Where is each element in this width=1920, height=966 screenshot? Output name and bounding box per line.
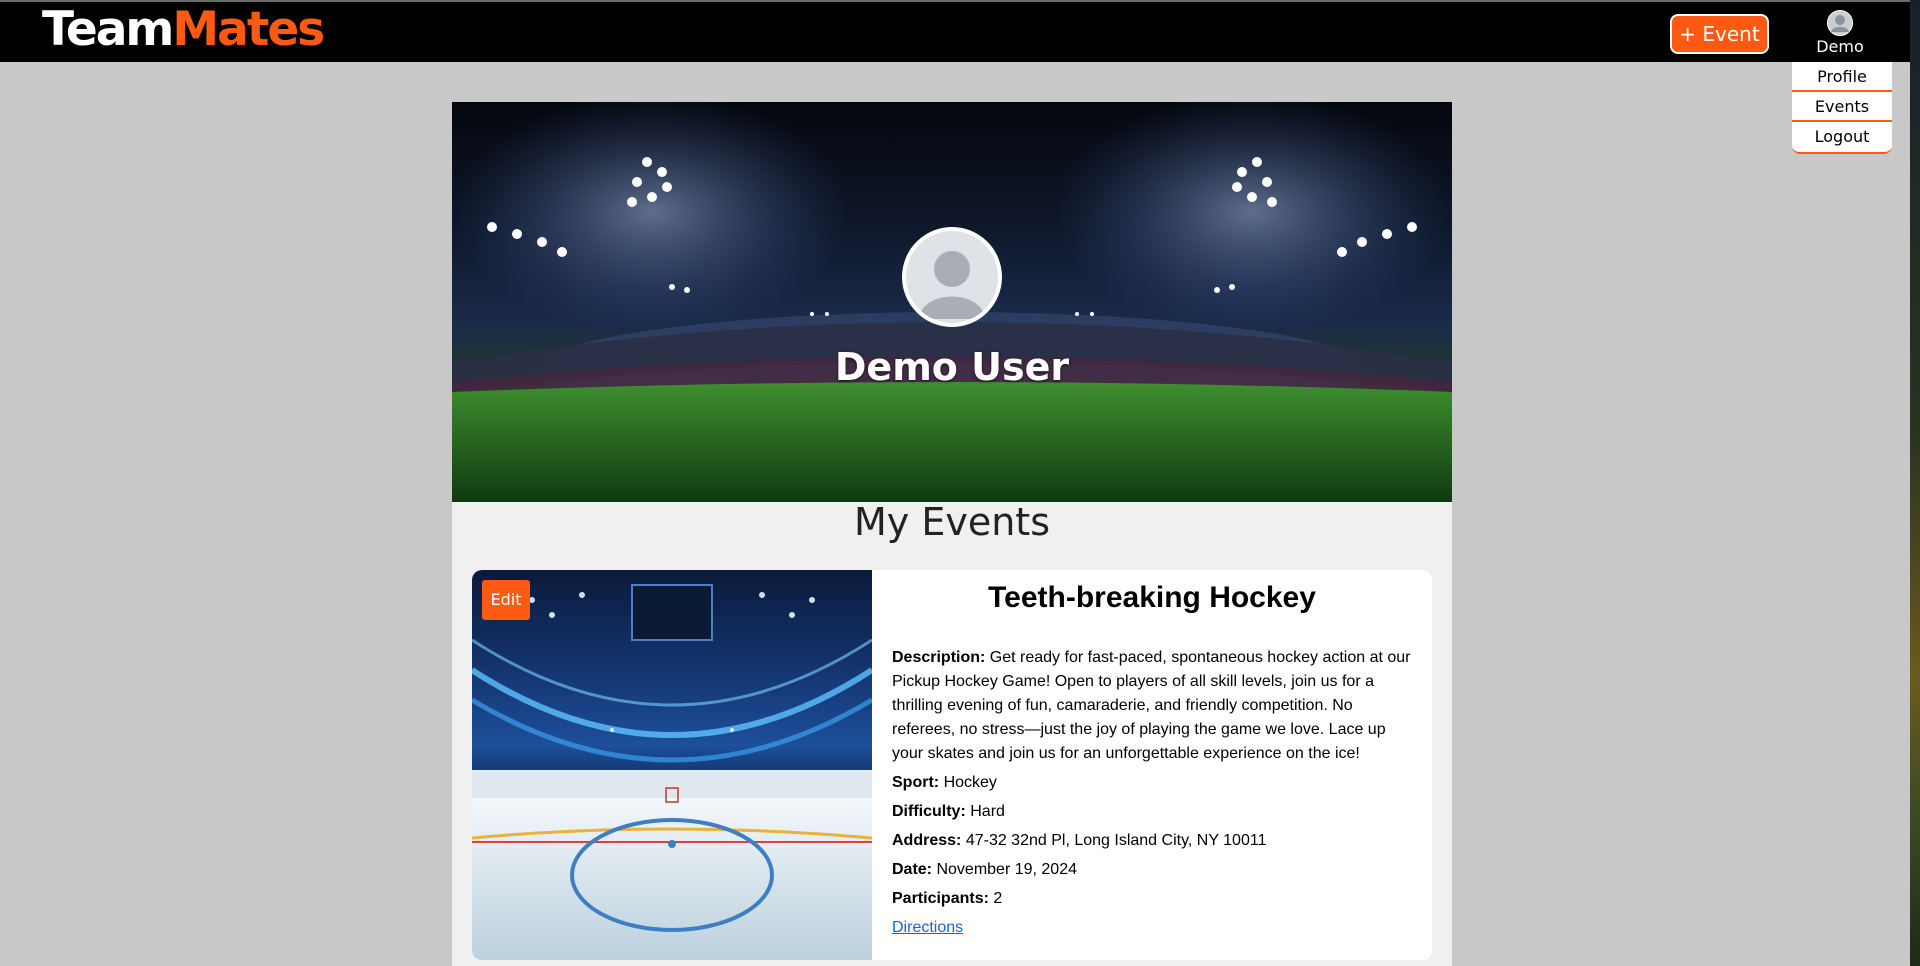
logo-team-text: Team bbox=[42, 2, 174, 57]
profile-name: Demo User bbox=[834, 345, 1070, 389]
event-details: Teeth-breaking Hockey Description: Get r… bbox=[892, 570, 1412, 960]
event-image: Edit bbox=[472, 570, 872, 960]
app-logo[interactable]: TeamMates bbox=[42, 2, 325, 57]
event-description: Description: Get ready for fast-paced, s… bbox=[892, 646, 1412, 766]
user-avatar-icon bbox=[918, 251, 986, 319]
event-date: Date: November 19, 2024 bbox=[892, 858, 1412, 882]
event-card: Edit Teeth-breaking Hockey Description: … bbox=[472, 570, 1432, 960]
user-avatar-icon bbox=[1827, 10, 1853, 36]
participants-value: 2 bbox=[993, 890, 1003, 907]
event-address: Address: 47-32 32nd Pl, Long Island City… bbox=[892, 829, 1412, 853]
user-menu-toggle[interactable]: Demo bbox=[1800, 10, 1880, 60]
difficulty-label: Difficulty: bbox=[892, 803, 966, 820]
profile-main-panel: Demo User My Events Edit Teeth-breaking … bbox=[452, 102, 1452, 966]
sport-label: Sport: bbox=[892, 774, 940, 791]
event-title: Teeth-breaking Hockey bbox=[988, 581, 1316, 614]
sport-value: Hockey bbox=[943, 774, 997, 791]
edit-event-button[interactable]: Edit bbox=[482, 580, 530, 620]
my-events-heading: My Events bbox=[853, 500, 1050, 544]
event-difficulty: Difficulty: Hard bbox=[892, 800, 1412, 824]
date-value: November 19, 2024 bbox=[936, 861, 1077, 878]
event-participants: Participants: 2 bbox=[892, 887, 1412, 911]
logo-mates-text: Mates bbox=[172, 2, 325, 57]
difficulty-value: Hard bbox=[970, 803, 1005, 820]
event-sport: Sport: Hockey bbox=[892, 771, 1412, 795]
add-event-button[interactable]: + Event bbox=[1670, 14, 1769, 54]
directions-link[interactable]: Directions bbox=[892, 916, 963, 940]
top-navbar: TeamMates + Event Demo bbox=[0, 0, 1910, 62]
stadium-banner-image: Demo User bbox=[452, 102, 1452, 502]
hockey-rink-illustration bbox=[472, 584, 872, 960]
dropdown-item-logout[interactable]: Logout bbox=[1792, 122, 1892, 152]
dropdown-item-profile[interactable]: Profile bbox=[1792, 62, 1892, 92]
user-name-label: Demo bbox=[1816, 37, 1864, 56]
address-value: 47-32 32nd Pl, Long Island City, NY 1001… bbox=[965, 832, 1267, 849]
participants-label: Participants: bbox=[892, 890, 989, 907]
user-dropdown-menu: Profile Events Logout bbox=[1792, 62, 1892, 154]
dropdown-item-events[interactable]: Events bbox=[1792, 92, 1892, 122]
background-edge-strip bbox=[1910, 0, 1920, 966]
description-label: Description: bbox=[892, 649, 986, 666]
address-label: Address: bbox=[892, 832, 962, 849]
profile-avatar bbox=[902, 227, 1002, 327]
date-label: Date: bbox=[892, 861, 933, 878]
